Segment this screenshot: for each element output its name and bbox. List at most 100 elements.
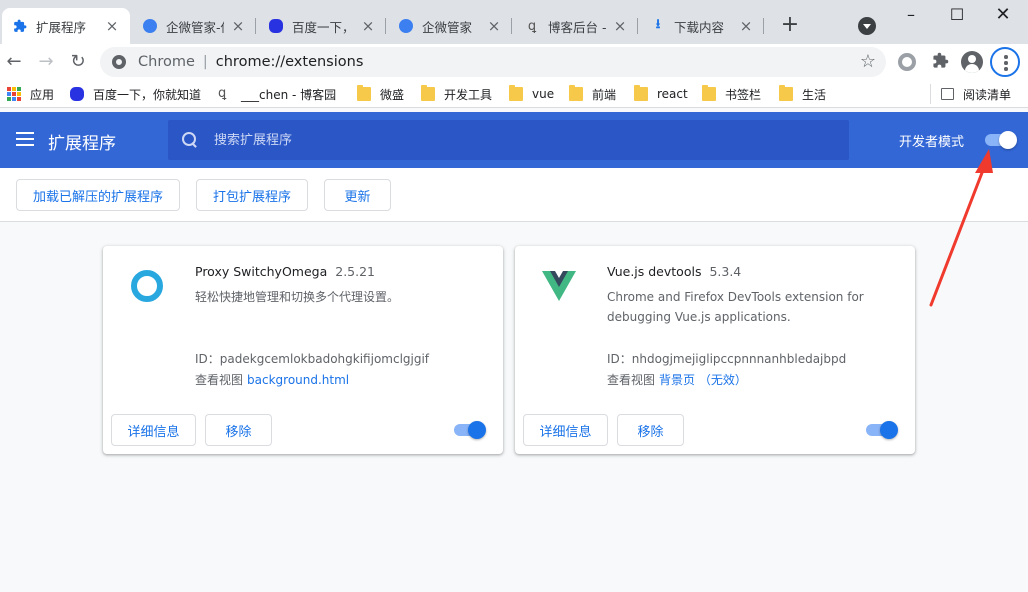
- extension-name: Proxy SwitchyOmega 2.5.21: [195, 264, 375, 279]
- reading-list-button[interactable]: 阅读清单: [930, 84, 1011, 104]
- chrome-icon: [112, 55, 126, 69]
- folder-icon: [421, 85, 435, 101]
- bookmark-folder[interactable]: 微盛: [357, 84, 404, 104]
- wecom-icon: [142, 18, 158, 34]
- bookmarks-bar: 应用 百度一下，你就知道 ꝗ ___chen - 博客园 微盛 开发工具 vue…: [0, 80, 1028, 108]
- bookmark-label: 微盛: [380, 87, 405, 102]
- inspect-view-link[interactable]: 背景页 （无效）: [659, 373, 747, 387]
- bookmark-star-icon[interactable]: ☆: [860, 51, 876, 72]
- id-label: ID：: [607, 352, 632, 366]
- maximize-button[interactable]: ☐: [946, 4, 968, 26]
- toggle-knob: [880, 421, 898, 439]
- bookmark-apps[interactable]: 应用: [7, 84, 54, 104]
- id-label: ID：: [195, 352, 220, 366]
- bookmark-folder[interactable]: 书签栏: [702, 84, 761, 104]
- bookmark-label: 生活: [802, 87, 827, 102]
- folder-icon: [569, 85, 583, 101]
- id-value: nhdogjmejiglipccpnnnanhbledajbpd: [631, 352, 847, 366]
- bookmark-cnblogs[interactable]: ꝗ ___chen - 博客园: [218, 84, 336, 104]
- tab-separator: [255, 18, 256, 34]
- tab-strip: 扩展程序 × 企微管家-仪 × 百度一下， × 企微管家 × ꝗ 博客后台 - …: [0, 0, 1028, 44]
- bookmark-folder[interactable]: 生活: [779, 84, 826, 104]
- tab-title: 企微管家: [422, 19, 473, 35]
- details-button[interactable]: 详细信息: [523, 414, 608, 446]
- extension-enable-toggle[interactable]: [864, 421, 898, 439]
- minimize-button[interactable]: –: [900, 4, 922, 26]
- bookmark-label: react: [657, 87, 688, 101]
- update-button[interactable]: 更新: [324, 179, 391, 211]
- bookmark-label: vue: [532, 87, 555, 101]
- close-tab-icon[interactable]: ×: [230, 17, 246, 35]
- extension-description: Chrome and Firefox DevTools extension fo…: [607, 290, 864, 324]
- close-tab-icon[interactable]: ×: [360, 17, 376, 35]
- search-input[interactable]: [214, 132, 814, 148]
- remove-button[interactable]: 移除: [205, 414, 272, 446]
- cnblogs-icon: ꝗ: [527, 18, 537, 34]
- folder-icon: [357, 85, 371, 101]
- tab-wecom-2[interactable]: 企微管家 ×: [388, 8, 512, 44]
- vue-logo-icon: [541, 268, 577, 304]
- bookmark-baidu[interactable]: 百度一下，你就知道: [70, 84, 201, 104]
- address-bar[interactable]: Chrome | chrome://extensions ☆: [100, 47, 886, 77]
- tab-separator: [763, 18, 764, 34]
- menu-icon[interactable]: [16, 132, 34, 146]
- close-tab-icon[interactable]: ×: [486, 17, 502, 35]
- profile-avatar-icon[interactable]: [961, 51, 983, 73]
- puzzle-icon: [12, 18, 28, 34]
- close-tab-icon[interactable]: ×: [612, 17, 628, 35]
- search-icon: [182, 132, 198, 148]
- extension-version: 5.3.4: [709, 264, 742, 279]
- new-tab-button[interactable]: +: [778, 14, 802, 38]
- views-label: 查看视图: [607, 373, 656, 387]
- tab-extensions[interactable]: 扩展程序 ×: [2, 8, 130, 44]
- extension-name: Vue.js devtools 5.3.4: [607, 264, 741, 279]
- tab-title: 博客后台 -: [548, 19, 606, 35]
- tab-downloads[interactable]: ⭳ 下载内容 ×: [640, 8, 764, 44]
- extension-description: 轻松快捷地管理和切换多个代理设置。: [195, 290, 400, 304]
- toggle-knob: [999, 131, 1017, 149]
- tab-blog-admin[interactable]: ꝗ 博客后台 - ×: [514, 8, 638, 44]
- back-button[interactable]: ←: [2, 50, 26, 74]
- bookmark-folder[interactable]: 前端: [569, 84, 616, 104]
- bookmark-label: ___chen - 博客园: [241, 87, 337, 102]
- bookmark-folder[interactable]: 开发工具: [421, 84, 492, 104]
- tab-separator: [385, 18, 386, 34]
- remove-button[interactable]: 移除: [617, 414, 684, 446]
- forward-button[interactable]: →: [34, 50, 58, 74]
- wecom-icon: [398, 18, 414, 34]
- extensions-puzzle-icon[interactable]: [930, 52, 950, 72]
- close-tab-icon[interactable]: ×: [104, 17, 120, 35]
- extension-enable-toggle[interactable]: [452, 421, 486, 439]
- pack-extension-button[interactable]: 打包扩展程序: [196, 179, 308, 211]
- views-label: 查看视图: [195, 373, 244, 387]
- extension-circle-icon[interactable]: [898, 53, 916, 71]
- close-window-button[interactable]: ✕: [992, 4, 1014, 26]
- bookmark-folder[interactable]: react: [634, 84, 688, 104]
- extension-card: Vue.js devtools 5.3.4 Chrome and Firefox …: [515, 246, 915, 454]
- extension-card: Proxy SwitchyOmega 2.5.21 轻松快捷地管理和切换多个代理设…: [103, 246, 503, 454]
- load-unpacked-button[interactable]: 加载已解压的扩展程序: [16, 179, 180, 211]
- baidu-icon: [70, 87, 84, 101]
- reading-list-icon: [941, 88, 954, 100]
- tab-wecom-1[interactable]: 企微管家-仪 ×: [132, 8, 256, 44]
- reading-list-label: 阅读清单: [963, 87, 1012, 102]
- id-value: padekgcemlokbadohgkifijomclgjgif: [219, 352, 430, 366]
- inspect-view-link[interactable]: background.html: [247, 373, 349, 387]
- search-box[interactable]: [168, 120, 849, 160]
- page-title: 扩展程序: [48, 134, 116, 154]
- tab-search-icon[interactable]: [858, 17, 876, 35]
- close-tab-icon[interactable]: ×: [738, 17, 754, 35]
- folder-icon: [779, 85, 793, 101]
- tab-title: 扩展程序: [36, 19, 87, 35]
- chrome-menu-button[interactable]: [990, 47, 1020, 77]
- reload-button[interactable]: ↻: [66, 50, 90, 74]
- apps-grid-icon: [7, 87, 21, 101]
- extension-version: 2.5.21: [335, 264, 376, 279]
- omnibox-separator: |: [202, 54, 208, 70]
- extension-title: Vue.js devtools: [607, 264, 702, 279]
- extension-id: ID：nhdogjmejiglipccpnnnanhbledajbpd: [607, 350, 846, 367]
- bookmark-folder[interactable]: vue: [509, 84, 554, 104]
- details-button[interactable]: 详细信息: [111, 414, 196, 446]
- bookmark-label: 开发工具: [444, 87, 493, 102]
- tab-baidu[interactable]: 百度一下， ×: [258, 8, 386, 44]
